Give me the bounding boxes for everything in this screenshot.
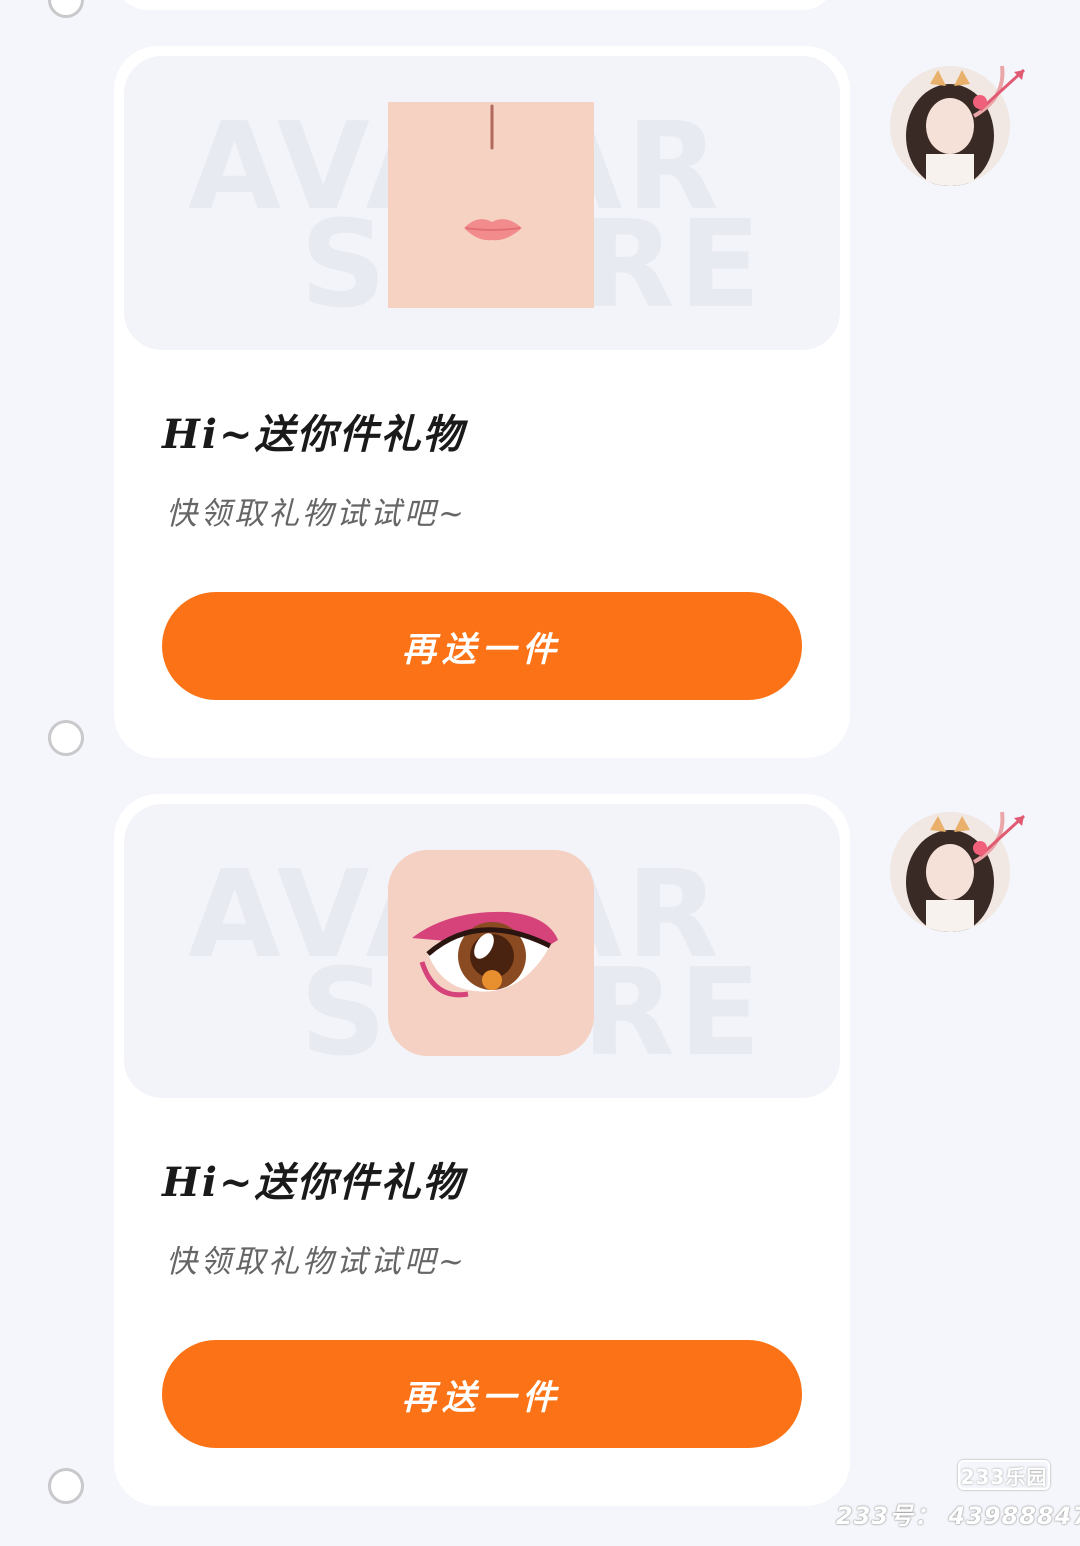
gift-title: Hi~送你件礼物 — [162, 411, 465, 458]
bow-arrow-icon — [973, 65, 1026, 118]
gift-title: Hi~送你件礼物 — [162, 1159, 465, 1206]
message-select-radio[interactable] — [48, 0, 84, 18]
message-select-radio[interactable] — [48, 1468, 84, 1504]
brand-watermark-id: 233号： 439888478 — [836, 1502, 1080, 1530]
previous-message-card — [114, 0, 836, 10]
chat-screen: AVATAR STORE Hi~送你件礼物 快领取礼物试试吧~ 再送一件 — [0, 0, 1080, 1546]
gift-subtitle: 快领取礼物试试吧~ — [166, 496, 467, 532]
brand-watermark-badge: 233乐园 — [958, 1460, 1050, 1490]
send-again-button[interactable]: 再送一件 — [162, 1340, 802, 1448]
gift-message-card: AVATAR STORE Hi~送你件礼物 快领取礼物试试吧~ 再送一件 — [114, 794, 850, 1506]
send-again-button[interactable]: 再送一件 — [162, 592, 802, 700]
gift-subtitle: 快领取礼物试试吧~ — [166, 1244, 467, 1280]
gift-preview[interactable]: AVATAR STORE — [124, 56, 840, 350]
gift-message-card: AVATAR STORE Hi~送你件礼物 快领取礼物试试吧~ 再送一件 — [114, 46, 850, 758]
send-again-label: 再送一件 — [402, 1378, 562, 1417]
gift-preview[interactable]: AVATAR STORE — [124, 804, 840, 1098]
send-again-label: 再送一件 — [402, 630, 562, 669]
message-select-radio[interactable] — [48, 720, 84, 756]
mouth-face-icon — [388, 102, 594, 308]
bow-arrow-icon — [973, 811, 1026, 864]
eye-makeup-icon — [388, 850, 594, 1056]
